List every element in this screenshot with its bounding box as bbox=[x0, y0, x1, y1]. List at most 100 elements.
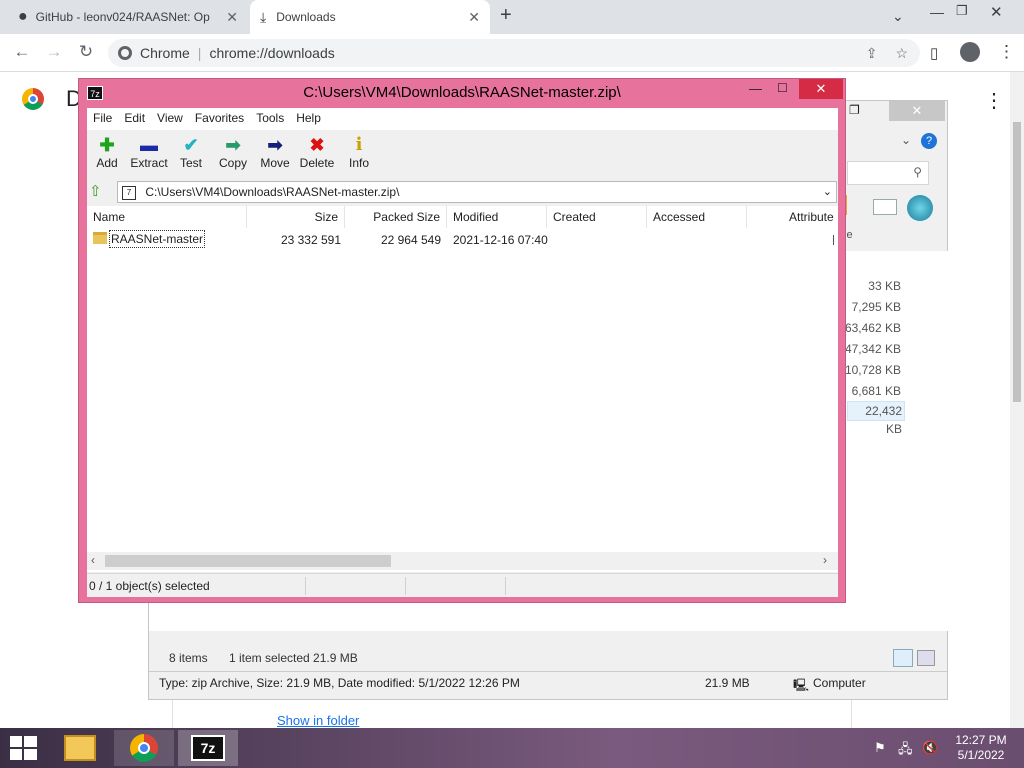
table-row[interactable]: RAASNet-master 23 332 591 22 964 549 202… bbox=[87, 229, 838, 251]
path-combobox[interactable]: 7 C:\Users\VM4\Downloads\RAASNet-master.… bbox=[117, 181, 837, 203]
window-title: C:\Users\VM4\Downloads\RAASNet-master.zi… bbox=[303, 84, 621, 101]
col-header-packed-size[interactable]: Packed Size bbox=[345, 206, 447, 228]
chevron-down-icon[interactable]: ⌄ bbox=[823, 182, 832, 202]
explorer-close-icon[interactable]: ✕ bbox=[889, 101, 945, 121]
close-window-icon[interactable]: ✕ bbox=[990, 3, 1003, 21]
col-header-created[interactable]: Created bbox=[547, 206, 647, 228]
show-in-folder-link[interactable]: Show in folder bbox=[277, 713, 359, 728]
url-text: chrome://downloads bbox=[209, 45, 335, 61]
scroll-right-icon[interactable]: › bbox=[823, 553, 827, 567]
horizontal-scrollbar[interactable]: ‹ › bbox=[87, 552, 838, 570]
network-icon[interactable]: 🖧 bbox=[898, 740, 913, 762]
search-input[interactable]: ⚲ bbox=[847, 161, 929, 185]
file-name: RAASNet-master bbox=[109, 230, 206, 248]
maximize-icon[interactable]: ☐ bbox=[777, 81, 788, 95]
col-header-accessed[interactable]: Accessed bbox=[647, 206, 747, 228]
tab-downloads[interactable]: ⤓ Downloads ✕ bbox=[250, 0, 490, 34]
clock-time: 12:27 PM bbox=[955, 733, 1007, 747]
back-icon[interactable]: ← bbox=[10, 42, 34, 62]
restore-icon[interactable]: ❐ bbox=[956, 3, 968, 19]
clock[interactable]: 12:27 PM 5/1/2022 bbox=[950, 733, 1012, 763]
test-button[interactable]: ✔ Test bbox=[169, 134, 213, 170]
minus-icon: ▬ bbox=[140, 135, 158, 155]
menu-tools[interactable]: Tools bbox=[250, 108, 290, 130]
details-view-icon[interactable] bbox=[893, 649, 913, 667]
chrome-menu-icon[interactable]: ⋮ bbox=[998, 42, 1015, 62]
col-header-attributes[interactable]: Attribute bbox=[783, 206, 838, 228]
start-windows-icon[interactable] bbox=[10, 736, 38, 760]
file-explorer-taskbar-icon[interactable] bbox=[50, 730, 110, 766]
tab-title: GitHub - leonv024/RAASNet: Op bbox=[35, 10, 210, 24]
clock-date: 5/1/2022 bbox=[957, 748, 1005, 762]
file-packed-size: 22 964 549 bbox=[380, 233, 441, 247]
path-text: C:\Users\VM4\Downloads\RAASNet-master.zi… bbox=[145, 185, 400, 199]
add-button[interactable]: ✚ Add bbox=[85, 134, 129, 170]
chevron-down-icon[interactable]: ⌄ bbox=[901, 133, 911, 147]
page-scrollbar[interactable] bbox=[1010, 72, 1024, 728]
menu-favorites[interactable]: Favorites bbox=[189, 108, 250, 130]
status-text: 0 / 1 object(s) selected bbox=[89, 579, 210, 593]
move-button[interactable]: ➡ Move bbox=[253, 134, 297, 170]
forward-icon[interactable]: → bbox=[42, 42, 66, 62]
computer-icon: 🖳 bbox=[793, 678, 810, 692]
col-header-name[interactable]: Name bbox=[87, 206, 247, 228]
file-modified: 2021-12-16 07:40 bbox=[453, 233, 548, 247]
download-icon: ⤓ bbox=[260, 8, 267, 25]
scroll-left-icon[interactable]: ‹ bbox=[91, 553, 95, 567]
shell-icon[interactable] bbox=[907, 195, 933, 221]
size-cell: 33 KB bbox=[868, 279, 901, 293]
tab-title: Downloads bbox=[276, 10, 336, 24]
menu-help[interactable]: Help bbox=[290, 108, 327, 130]
action-center-flag-icon[interactable]: ⚑ bbox=[874, 740, 886, 756]
chrome-taskbar-icon[interactable] bbox=[114, 730, 174, 766]
menu-view[interactable]: View bbox=[151, 108, 189, 130]
omnibox[interactable]: Chrome | chrome://downloads ⇪ ☆ bbox=[108, 39, 920, 67]
delete-button[interactable]: ✖ Delete bbox=[295, 134, 339, 170]
new-tab-button[interactable]: + bbox=[500, 4, 512, 27]
minimize-icon[interactable]: — bbox=[749, 81, 762, 96]
view-icon[interactable] bbox=[873, 199, 897, 215]
status-bar: 0 / 1 object(s) selected bbox=[87, 573, 838, 597]
taskbar: 7z ⚑ 🖧 🔇 12:27 PM 5/1/2022 bbox=[0, 728, 1024, 768]
help-icon[interactable]: ? bbox=[921, 133, 937, 149]
reload-icon[interactable]: ↻ bbox=[74, 42, 98, 62]
side-panel-icon[interactable]: ▯ bbox=[930, 44, 938, 62]
scroll-thumb[interactable] bbox=[105, 555, 391, 567]
tab-close-icon[interactable]: ✕ bbox=[468, 9, 480, 26]
details-size: 21.9 MB bbox=[705, 676, 750, 690]
chrome-logo-icon bbox=[22, 88, 44, 110]
explorer-restore-icon[interactable]: ❐ bbox=[849, 103, 860, 117]
up-folder-icon[interactable]: ⇧ bbox=[89, 182, 102, 200]
plus-icon: ✚ bbox=[99, 135, 115, 155]
7zip-taskbar-icon[interactable]: 7z bbox=[178, 730, 238, 766]
attribute-cell bbox=[833, 235, 834, 245]
chrome-icon bbox=[118, 46, 132, 60]
minimize-icon[interactable]: — bbox=[930, 4, 944, 20]
page-menu-icon[interactable]: ⋮ bbox=[984, 88, 1004, 113]
volume-muted-icon[interactable]: 🔇 bbox=[922, 740, 938, 756]
close-window-icon[interactable]: ✕ bbox=[799, 79, 843, 99]
tab-github[interactable]: ● GitHub - leonv024/RAASNet: Op ✕ bbox=[8, 0, 248, 34]
archive-file-list: Name Size Packed Size Modified Created A… bbox=[87, 206, 838, 572]
profile-avatar[interactable] bbox=[960, 42, 980, 62]
file-size: 23 332 591 bbox=[280, 233, 341, 247]
copy-button[interactable]: ➡ Copy bbox=[211, 134, 255, 170]
tab-close-icon[interactable]: ✕ bbox=[226, 9, 238, 26]
share-icon[interactable]: ⇪ bbox=[866, 45, 878, 62]
details-text: Type: zip Archive, Size: 21.9 MB, Date m… bbox=[159, 676, 520, 690]
menu-edit[interactable]: Edit bbox=[118, 108, 151, 130]
info-button[interactable]: i Info bbox=[337, 134, 381, 170]
tab-search-icon[interactable]: ⌄ bbox=[892, 8, 904, 25]
copy-arrow-icon: ➡ bbox=[225, 135, 241, 155]
bookmark-star-icon[interactable]: ☆ bbox=[895, 45, 908, 62]
large-icons-view-icon[interactable] bbox=[917, 650, 935, 666]
archive-icon: 7 bbox=[122, 185, 136, 200]
col-header-modified[interactable]: Modified bbox=[447, 206, 547, 228]
explorer-details-bar: Type: zip Archive, Size: 21.9 MB, Date m… bbox=[149, 671, 947, 695]
menu-file[interactable]: File bbox=[87, 108, 118, 130]
menu-bar: File Edit View Favorites Tools Help bbox=[87, 108, 838, 130]
col-header-size[interactable]: Size bbox=[247, 206, 345, 228]
extract-button[interactable]: ▬ Extract bbox=[127, 134, 171, 170]
move-arrow-icon: ➡ bbox=[267, 135, 283, 155]
selected-row[interactable]: 22,432 KB bbox=[847, 401, 905, 436]
